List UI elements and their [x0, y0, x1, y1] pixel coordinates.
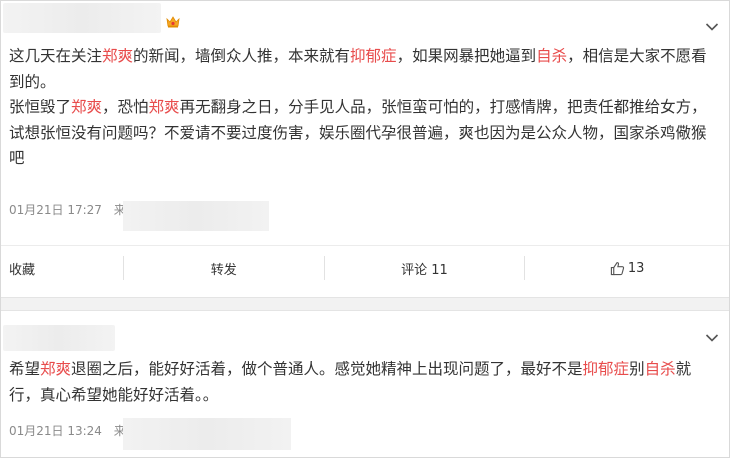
text-segment: ，如果网暴把她逼到 — [396, 47, 537, 65]
chevron-down-icon[interactable] — [705, 22, 719, 32]
action-bar: 收藏 转发 评论 11 13 — [1, 245, 729, 290]
crown-icon — [166, 16, 180, 28]
text-segment: ，恐怕 — [102, 98, 149, 116]
comment-paragraph: 希望郑爽退圈之后，能好好活着，做个普通人。感觉她精神上出现问题了，最好不是抑郁症… — [9, 357, 715, 408]
card-separator — [1, 297, 729, 311]
comment-time: 01月21日 17:27 — [9, 203, 102, 217]
keyword-link[interactable]: 抑郁症 — [583, 360, 630, 378]
user-avatar-blurred[interactable] — [3, 325, 115, 351]
keyword-link[interactable]: 自杀 — [536, 47, 567, 65]
keyword-link[interactable]: 郑爽 — [102, 47, 133, 65]
keyword-link[interactable]: 郑爽 — [40, 360, 71, 378]
comment-card: 这几天在关注郑爽的新闻，墙倒众人推，本来就有抑郁症，如果网暴把她逼到自杀，相信是… — [1, 1, 729, 297]
comment-meta: 01月21日 17:27 来 — [9, 201, 126, 218]
user-avatar-blurred[interactable] — [3, 3, 161, 33]
chevron-down-icon[interactable] — [705, 333, 719, 343]
collect-button[interactable]: 收藏 — [1, 254, 123, 282]
collect-label: 收藏 — [9, 262, 36, 278]
comment-text: 希望郑爽退圈之后，能好好活着，做个普通人。感觉她精神上出现问题了，最好不是抑郁症… — [9, 357, 715, 408]
comment-card: 希望郑爽退圈之后，能好好活着，做个普通人。感觉她精神上出现问题了，最好不是抑郁症… — [1, 311, 729, 457]
keyword-link[interactable]: 自杀 — [645, 360, 676, 378]
keyword-link[interactable]: 郑爽 — [71, 98, 102, 116]
text-segment: 退圈之后，能好好活着，做个普通人。感觉她精神上出现问题了，最好不是 — [71, 360, 583, 378]
source-blurred — [123, 418, 291, 450]
weibo-comment-panel: 这几天在关注郑爽的新闻，墙倒众人推，本来就有抑郁症，如果网暴把她逼到自杀，相信是… — [0, 0, 730, 458]
comment-meta: 01月21日 13:24 来 — [9, 422, 126, 439]
comment-time: 01月21日 13:24 — [9, 424, 102, 438]
repost-label: 转发 — [210, 262, 237, 278]
keyword-link[interactable]: 郑爽 — [149, 98, 180, 116]
text-segment: 张恒毁了 — [9, 98, 72, 116]
comment-button[interactable]: 评论 11 — [325, 254, 525, 282]
text-segment: 别 — [629, 360, 645, 378]
comment-label: 评论 11 — [401, 262, 448, 278]
like-count: 13 — [627, 260, 645, 276]
like-button[interactable]: 13 — [525, 254, 729, 282]
comment-paragraph: 这几天在关注郑爽的新闻，墙倒众人推，本来就有抑郁症，如果网暴把她逼到自杀，相信是… — [9, 44, 715, 95]
text-segment: 希望 — [9, 360, 41, 378]
text-segment: 的新闻，墙倒众人推，本来就有 — [133, 47, 351, 65]
source-blurred — [123, 201, 269, 231]
repost-button[interactable]: 转发 — [124, 254, 324, 282]
thumb-up-icon — [610, 261, 624, 275]
keyword-link[interactable]: 抑郁症 — [350, 47, 397, 65]
comment-paragraph: 张恒毁了郑爽，恐怕郑爽再无翻身之日，分手见人品，张恒蛮可怕的，打感情牌，把责任都… — [9, 95, 715, 172]
text-segment: 这几天在关注 — [9, 47, 103, 65]
comment-text: 这几天在关注郑爽的新闻，墙倒众人推，本来就有抑郁症，如果网暴把她逼到自杀，相信是… — [9, 44, 715, 172]
